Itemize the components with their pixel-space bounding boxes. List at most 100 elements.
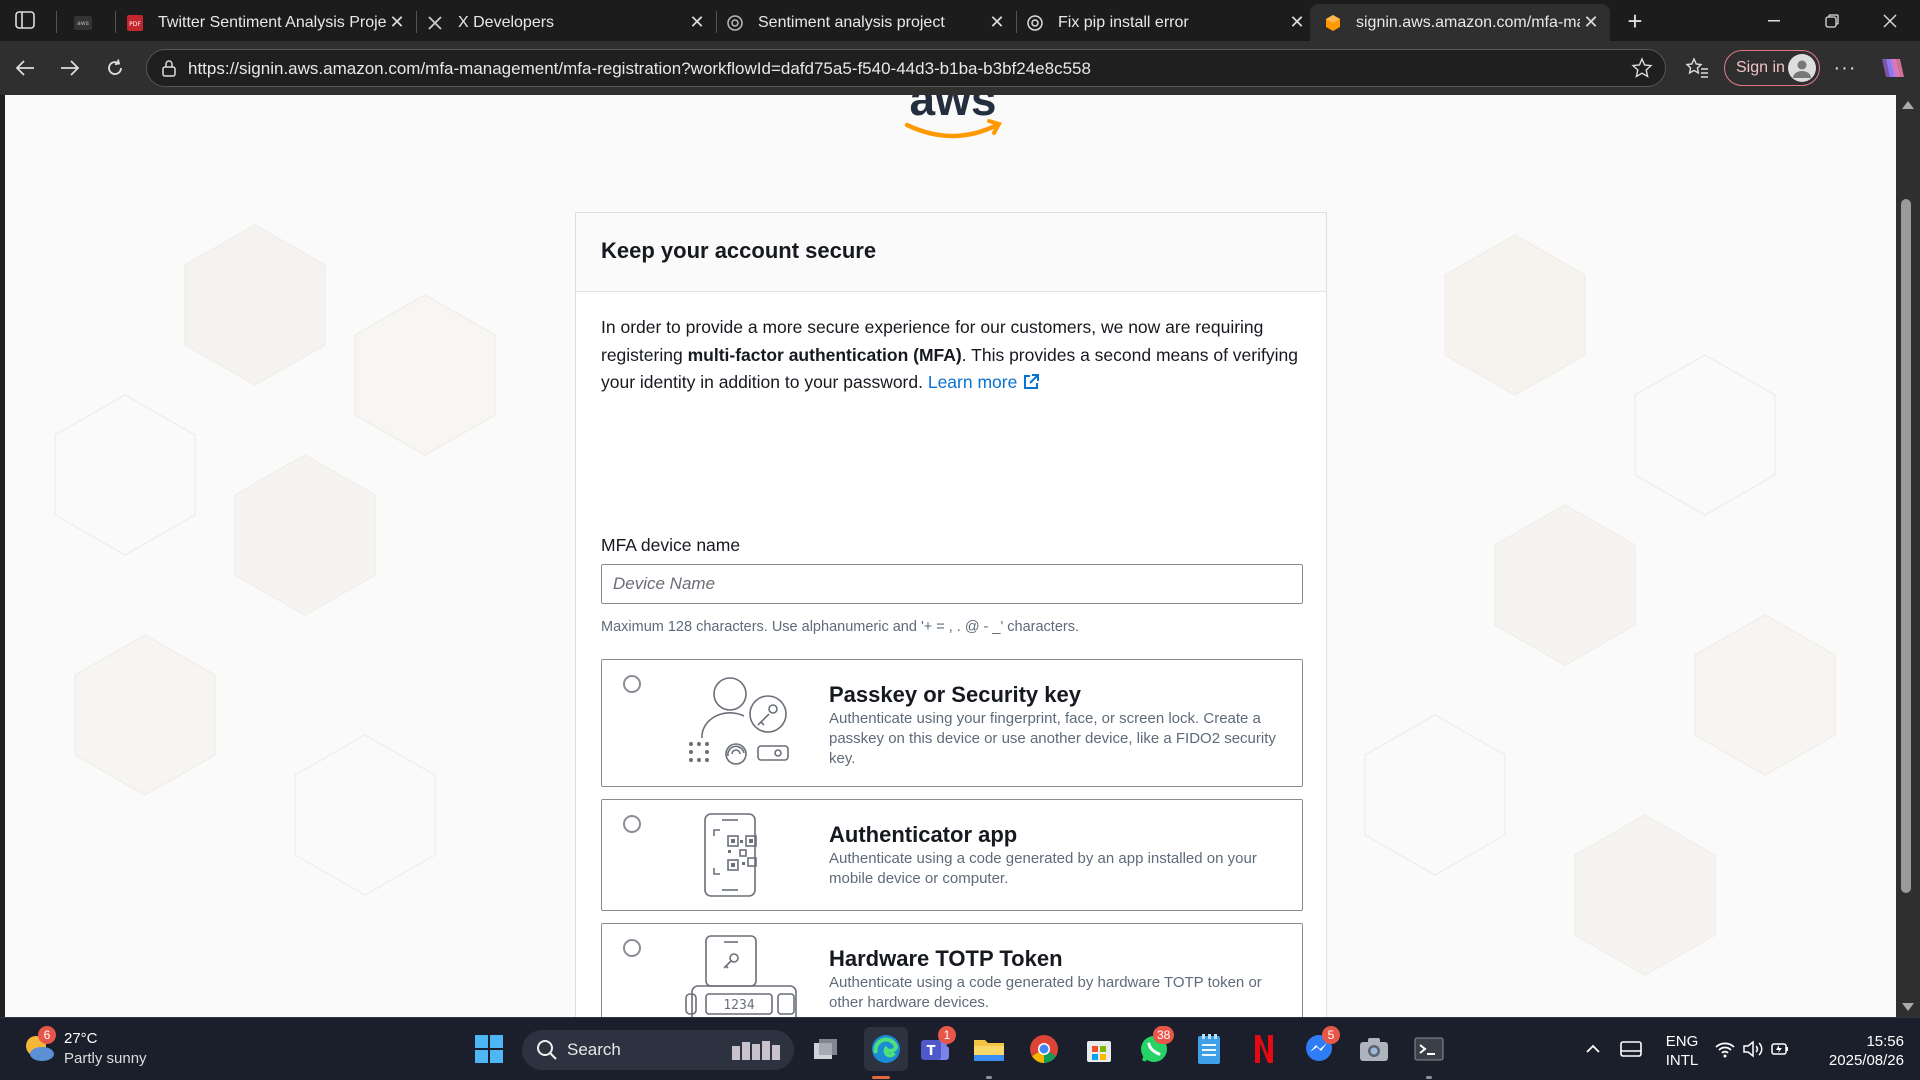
- volume-icon: [1743, 1040, 1763, 1058]
- notepad-icon: [1198, 1034, 1220, 1064]
- weather-widget[interactable]: 6 27°C Partly sunny: [22, 1026, 147, 1069]
- back-button[interactable]: [10, 53, 40, 83]
- mfa-device-name-input[interactable]: [601, 564, 1303, 604]
- radio-passkey[interactable]: [623, 675, 641, 693]
- tab-actions-button[interactable]: [10, 8, 40, 32]
- edge-app[interactable]: [864, 1027, 908, 1071]
- sign-in-button[interactable]: Sign in: [1724, 50, 1820, 86]
- tab-close-icon[interactable]: ✕: [1580, 12, 1602, 34]
- tab-sentiment-analysis-project[interactable]: Sentiment analysis project ✕: [726, 4, 1008, 41]
- clock-date: 2025/08/26: [1828, 1052, 1904, 1069]
- tab-aws-pinned[interactable]: aws: [74, 4, 114, 41]
- scrollbar-thumb[interactable]: [1901, 199, 1911, 893]
- notepad-app[interactable]: [1192, 1032, 1226, 1066]
- favorite-star-icon[interactable]: [1631, 57, 1653, 84]
- weather-condition: Partly sunny: [64, 1050, 147, 1067]
- tab-separator: [416, 11, 417, 33]
- tab-aws-mfa-active[interactable]: signin.aws.amazon.com/mfa-management/mfa…: [1310, 4, 1610, 41]
- svg-text:aws: aws: [910, 95, 997, 125]
- close-window-button[interactable]: [1861, 0, 1919, 41]
- more-dots-icon: ···: [1833, 56, 1857, 79]
- option-hardware-totp[interactable]: 1234 Hardware TOTP Token Authenticate us…: [601, 923, 1303, 1017]
- option-passkey-desc: Authenticate using your fingerprint, fac…: [829, 710, 1276, 767]
- new-tab-button[interactable]: +: [1620, 6, 1650, 36]
- tab-actions-icon: [15, 11, 35, 29]
- clock[interactable]: 15:56 2025/08/26: [1812, 1032, 1904, 1070]
- system-tray-status[interactable]: [1712, 1032, 1792, 1066]
- wifi-icon: [1715, 1042, 1735, 1058]
- back-arrow-icon: [15, 60, 34, 76]
- language-indicator[interactable]: ENG INTL: [1658, 1032, 1706, 1070]
- restore-icon: [1825, 13, 1839, 28]
- start-button[interactable]: [472, 1032, 506, 1066]
- forward-button[interactable]: [55, 53, 85, 83]
- option-passkey[interactable]: Passkey or Security key Authenticate usi…: [601, 659, 1303, 787]
- whatsapp-badge: 38: [1153, 1026, 1175, 1044]
- scroll-up-arrow-icon[interactable]: [1902, 101, 1914, 109]
- tab-separator: [716, 11, 717, 33]
- more-options-button[interactable]: ···: [1830, 53, 1860, 83]
- tab-close-icon[interactable]: ✕: [986, 12, 1008, 34]
- chatgpt-icon: [1026, 14, 1044, 32]
- terminal-app[interactable]: [1412, 1032, 1446, 1066]
- token-display-text: 1234: [723, 998, 754, 1013]
- display-icon: [1620, 1041, 1642, 1057]
- whatsapp-app[interactable]: 38: [1137, 1026, 1175, 1066]
- copilot-button[interactable]: [1878, 53, 1908, 83]
- intro-text: In order to provide a more secure experi…: [601, 314, 1301, 397]
- url-text[interactable]: https://signin.aws.amazon.com/mfa-manage…: [188, 59, 1091, 79]
- svg-text:aws: aws: [77, 20, 89, 27]
- lock-icon[interactable]: [161, 59, 177, 82]
- option-passkey-title: Passkey or Security key: [829, 682, 1081, 707]
- store-icon: [1087, 1041, 1111, 1062]
- learn-more-label: Learn more: [927, 372, 1018, 392]
- camera-app[interactable]: [1357, 1032, 1391, 1066]
- show-hidden-icons-button[interactable]: [1576, 1032, 1610, 1066]
- minimize-icon: [1768, 19, 1780, 21]
- hardware-token-icon: 1234: [685, 935, 797, 1017]
- chatgpt-icon: [726, 14, 744, 32]
- tab-close-icon[interactable]: ✕: [1286, 12, 1308, 34]
- microsoft-store-app[interactable]: [1082, 1032, 1116, 1066]
- favorites-button[interactable]: [1682, 53, 1712, 83]
- mfa-device-name-label: MFA device name: [601, 535, 741, 555]
- address-bar[interactable]: https://signin.aws.amazon.com/mfa-manage…: [146, 49, 1666, 87]
- tablet-mode-button[interactable]: [1614, 1032, 1648, 1066]
- authenticator-phone-qr-icon: [704, 813, 757, 897]
- page-scrollbar[interactable]: [1896, 95, 1920, 1017]
- forward-arrow-icon: [61, 60, 80, 76]
- edge-icon: [872, 1035, 900, 1063]
- tab-separator: [56, 11, 57, 33]
- keyboard-layout: INTL: [1665, 1052, 1699, 1069]
- radio-authenticator-app[interactable]: [623, 815, 641, 833]
- tab-twitter-sentiment-pdf[interactable]: PDF Twitter Sentiment Analysis Project ✕: [126, 4, 408, 41]
- tab-separator: [1016, 11, 1017, 33]
- tab-fix-pip-install-error[interactable]: Fix pip install error ✕: [1026, 4, 1308, 41]
- tab-close-icon[interactable]: ✕: [386, 12, 408, 34]
- netflix-app[interactable]: [1247, 1032, 1281, 1066]
- sign-in-label: Sign in: [1736, 59, 1785, 76]
- file-explorer-app[interactable]: [972, 1032, 1006, 1066]
- edge-active-indicator: [872, 1076, 890, 1079]
- restore-button[interactable]: [1803, 0, 1861, 41]
- terminal-running-indicator: [1426, 1076, 1432, 1079]
- option-authenticator-app[interactable]: Authenticator app Authenticate using a c…: [601, 799, 1303, 911]
- language-code: ENG: [1665, 1033, 1699, 1050]
- radio-hardware-totp[interactable]: [623, 939, 641, 957]
- tab-close-icon[interactable]: ✕: [686, 12, 708, 34]
- messenger-app[interactable]: 5: [1302, 1026, 1340, 1066]
- tab-strip: aws PDF Twitter Sentiment Analysis Proje…: [0, 0, 1920, 41]
- task-view-button[interactable]: [809, 1032, 843, 1066]
- learn-more-link[interactable]: Learn more: [928, 372, 1040, 392]
- tab-title: Fix pip install error: [1058, 13, 1189, 31]
- taskbar-search[interactable]: Search: [522, 1030, 794, 1070]
- messenger-badge: 5: [1322, 1026, 1340, 1044]
- tab-x-developers[interactable]: X Developers ✕: [426, 4, 708, 41]
- pdf-icon: PDF: [126, 14, 144, 32]
- teams-app[interactable]: T 1: [918, 1026, 956, 1066]
- copilot-icon: [1882, 59, 1904, 77]
- refresh-button[interactable]: [100, 53, 130, 83]
- chrome-app[interactable]: [1027, 1032, 1061, 1066]
- minimize-button[interactable]: [1745, 0, 1803, 41]
- scroll-down-arrow-icon[interactable]: [1902, 1003, 1914, 1011]
